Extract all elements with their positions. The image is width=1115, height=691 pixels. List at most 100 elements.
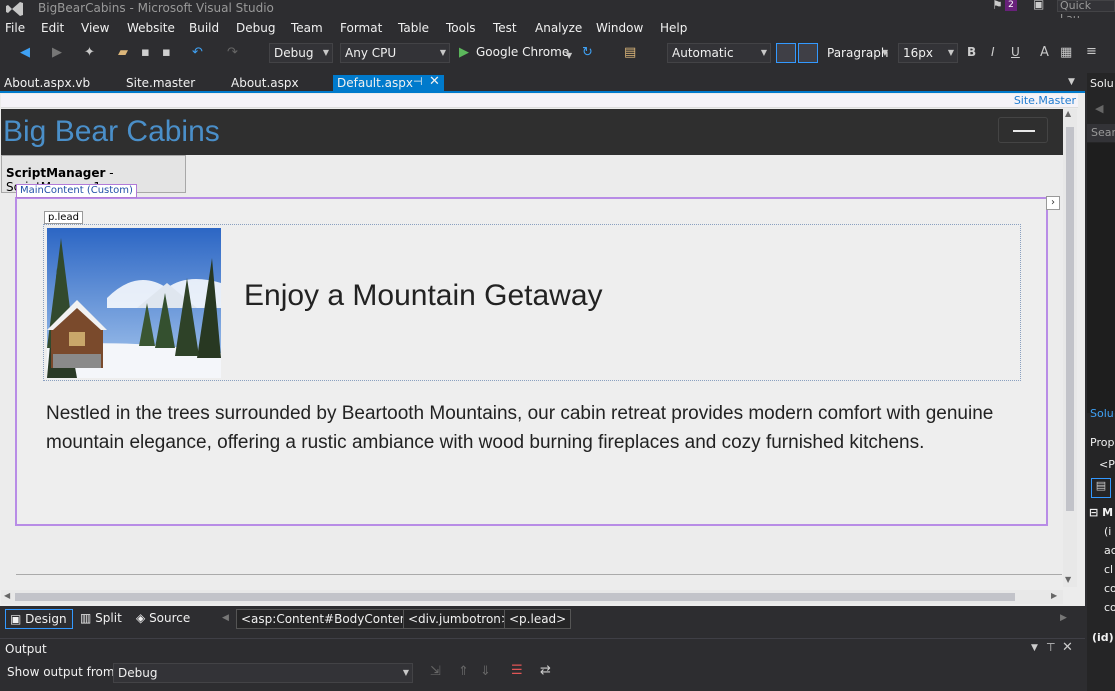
output-toolbar: Show output from: Debug ▼ ⇲ ⇑ ⇓ ☰ ⇄ xyxy=(0,658,1085,688)
new-project-icon[interactable]: ✦ xyxy=(84,45,95,61)
breadcrumb-jumbotron[interactable]: <div.jumbotron> xyxy=(403,609,516,629)
position-mode-select[interactable]: Automatic ▼ xyxy=(667,43,771,63)
main-content-label[interactable]: MainContent (Custom) xyxy=(16,184,137,198)
pin-icon[interactable]: ⊣ xyxy=(413,75,423,88)
navbar-toggle-button[interactable] xyxy=(998,117,1048,143)
breadcrumb-content[interactable]: <asp:Content#BodyContent> xyxy=(236,609,428,629)
notification-flag-icon[interactable]: ⚑ xyxy=(992,0,1003,12)
scroll-right-icon[interactable]: ▶ xyxy=(1051,591,1057,600)
tab-overflow-icon[interactable]: ▼ xyxy=(1068,77,1075,87)
property-description-label: (id) xyxy=(1092,631,1114,644)
categorized-icon[interactable]: ▤ xyxy=(1091,478,1111,498)
menu-file[interactable]: File xyxy=(5,21,25,35)
clear-all-icon[interactable]: ☰ xyxy=(511,663,523,678)
redo-icon[interactable]: ↷ xyxy=(227,45,238,61)
section-collapse-icon[interactable]: ⊟ xyxy=(1089,506,1098,519)
bold-button[interactable]: B xyxy=(967,45,976,59)
run-target-dropdown-icon[interactable]: ▼ xyxy=(566,48,572,64)
menu-edit[interactable]: Edit xyxy=(41,21,64,35)
vertical-scrollbar[interactable]: ▲ ▼ xyxy=(1063,109,1077,587)
p-lead-tag[interactable]: p.lead xyxy=(44,211,83,224)
menu-view[interactable]: View xyxy=(81,21,109,35)
font-color-icon[interactable]: A xyxy=(1040,45,1049,61)
menu-build[interactable]: Build xyxy=(189,21,219,35)
menu-tools[interactable]: Tools xyxy=(446,21,476,35)
solution-bottom-tab[interactable]: Solu xyxy=(1090,407,1114,420)
forward-icon[interactable]: ▶ xyxy=(52,45,62,61)
previous-message-icon[interactable]: ⇑ xyxy=(458,664,469,679)
output-source-select[interactable]: Debug ▼ xyxy=(113,663,413,683)
breadcrumb-back-icon[interactable]: ◀ xyxy=(222,613,229,623)
menu-debug[interactable]: Debug xyxy=(236,21,275,35)
property-row[interactable]: co xyxy=(1104,582,1115,595)
output-close-icon[interactable]: ✕ xyxy=(1062,640,1073,655)
site-master-link[interactable]: Site.Master xyxy=(1014,94,1076,107)
folder-view-icon[interactable]: ▤ xyxy=(624,45,636,61)
property-row[interactable]: ac xyxy=(1104,544,1115,557)
master-page-strip: Site.Master xyxy=(1,94,1078,108)
solution-back-icon[interactable]: ◀ xyxy=(1095,102,1103,115)
menu-format[interactable]: Format xyxy=(340,21,382,35)
script-manager-type: ScriptManager xyxy=(6,166,106,180)
menu-window[interactable]: Window xyxy=(596,21,643,35)
platform-select[interactable]: Any CPU ▼ xyxy=(340,43,450,63)
scroll-left-icon[interactable]: ◀ xyxy=(4,591,10,600)
property-row[interactable]: (i xyxy=(1104,525,1111,538)
menu-team[interactable]: Team xyxy=(291,21,323,35)
run-target-button[interactable]: Google Chrome xyxy=(476,45,569,59)
italic-button[interactable]: I xyxy=(991,45,995,59)
save-icon[interactable]: ▪ xyxy=(141,45,150,61)
output-pin-icon[interactable]: ⊤ xyxy=(1046,641,1056,654)
scroll-up-icon[interactable]: ▲ xyxy=(1065,109,1071,118)
breadcrumb-forward-icon[interactable]: ▶ xyxy=(1060,613,1067,623)
menu-table[interactable]: Table xyxy=(398,21,429,35)
output-dropdown-icon[interactable]: ▼ xyxy=(1031,643,1038,653)
property-row[interactable]: cl xyxy=(1104,563,1113,576)
brand-title[interactable]: Big Bear Cabins xyxy=(3,115,220,149)
word-wrap-icon[interactable]: ⇄ xyxy=(540,663,551,678)
solution-tree[interactable] xyxy=(1087,143,1115,413)
quick-launch-input[interactable]: Quick Lau xyxy=(1057,0,1115,25)
smart-tag-chevron-icon[interactable]: › xyxy=(1046,196,1060,210)
intro-paragraph[interactable]: Nestled in the trees surrounded by Beart… xyxy=(46,399,1026,457)
underline-button[interactable]: U xyxy=(1011,45,1020,59)
justify-icon[interactable]: ≡ xyxy=(1086,44,1097,60)
menu-analyze[interactable]: Analyze xyxy=(535,21,582,35)
highlight-icon[interactable]: ▦ xyxy=(1060,45,1072,61)
vertical-scroll-thumb[interactable] xyxy=(1066,127,1074,511)
source-view-button[interactable]: ◈ Source xyxy=(132,609,194,629)
property-row[interactable]: co xyxy=(1104,601,1115,614)
open-folder-icon[interactable]: ▰ xyxy=(118,45,128,61)
start-debug-icon[interactable]: ▶ xyxy=(459,45,469,61)
menu-help[interactable]: Help xyxy=(660,21,687,35)
horizontal-scroll-thumb[interactable] xyxy=(15,593,1015,601)
next-message-icon[interactable]: ⇓ xyxy=(480,664,491,679)
refresh-icon[interactable]: ↻ xyxy=(582,45,593,61)
split-view-button[interactable]: ▥ Split xyxy=(76,609,126,629)
breadcrumb-p-lead[interactable]: <p.lead> xyxy=(504,609,572,629)
font-size-select[interactable]: 16px ▼ xyxy=(898,43,958,63)
config-select[interactable]: Debug ▼ xyxy=(269,43,333,63)
cabin-photo[interactable] xyxy=(47,228,221,378)
properties-object-select[interactable]: <P xyxy=(1099,458,1115,471)
solution-explorer-tab[interactable]: Solu xyxy=(1090,77,1114,90)
save-all-icon[interactable]: ▪ xyxy=(162,45,171,61)
properties-section-header: ⊟ M xyxy=(1089,506,1114,519)
absolute-position-toggle-icon[interactable] xyxy=(798,43,818,63)
solution-search-input[interactable]: Sear xyxy=(1087,124,1115,142)
find-message-icon[interactable]: ⇲ xyxy=(430,664,441,679)
back-icon[interactable]: ◀ xyxy=(20,45,30,61)
design-view-toggle-icon[interactable] xyxy=(776,43,796,63)
horizontal-scrollbar[interactable]: ◀ ▶ xyxy=(1,590,1063,604)
feedback-icon[interactable]: ▣ xyxy=(1033,0,1044,11)
undo-icon[interactable]: ↶ xyxy=(192,45,203,61)
scroll-down-icon[interactable]: ▼ xyxy=(1065,575,1071,584)
window-title: BigBearCabins - Microsoft Visual Studio xyxy=(38,1,274,15)
close-tab-icon[interactable]: ✕ xyxy=(429,74,440,89)
menu-test[interactable]: Test xyxy=(493,21,517,35)
jumbotron-heading[interactable]: Enjoy a Mountain Getaway xyxy=(244,279,603,313)
menu-website[interactable]: Website xyxy=(127,21,175,35)
design-view-button[interactable]: ▣ Design xyxy=(5,609,73,629)
block-format-select[interactable]: Paragraph ▼ xyxy=(822,43,892,63)
design-surface[interactable]: Site.Master Big Bear Cabins ScriptManage… xyxy=(0,93,1085,606)
